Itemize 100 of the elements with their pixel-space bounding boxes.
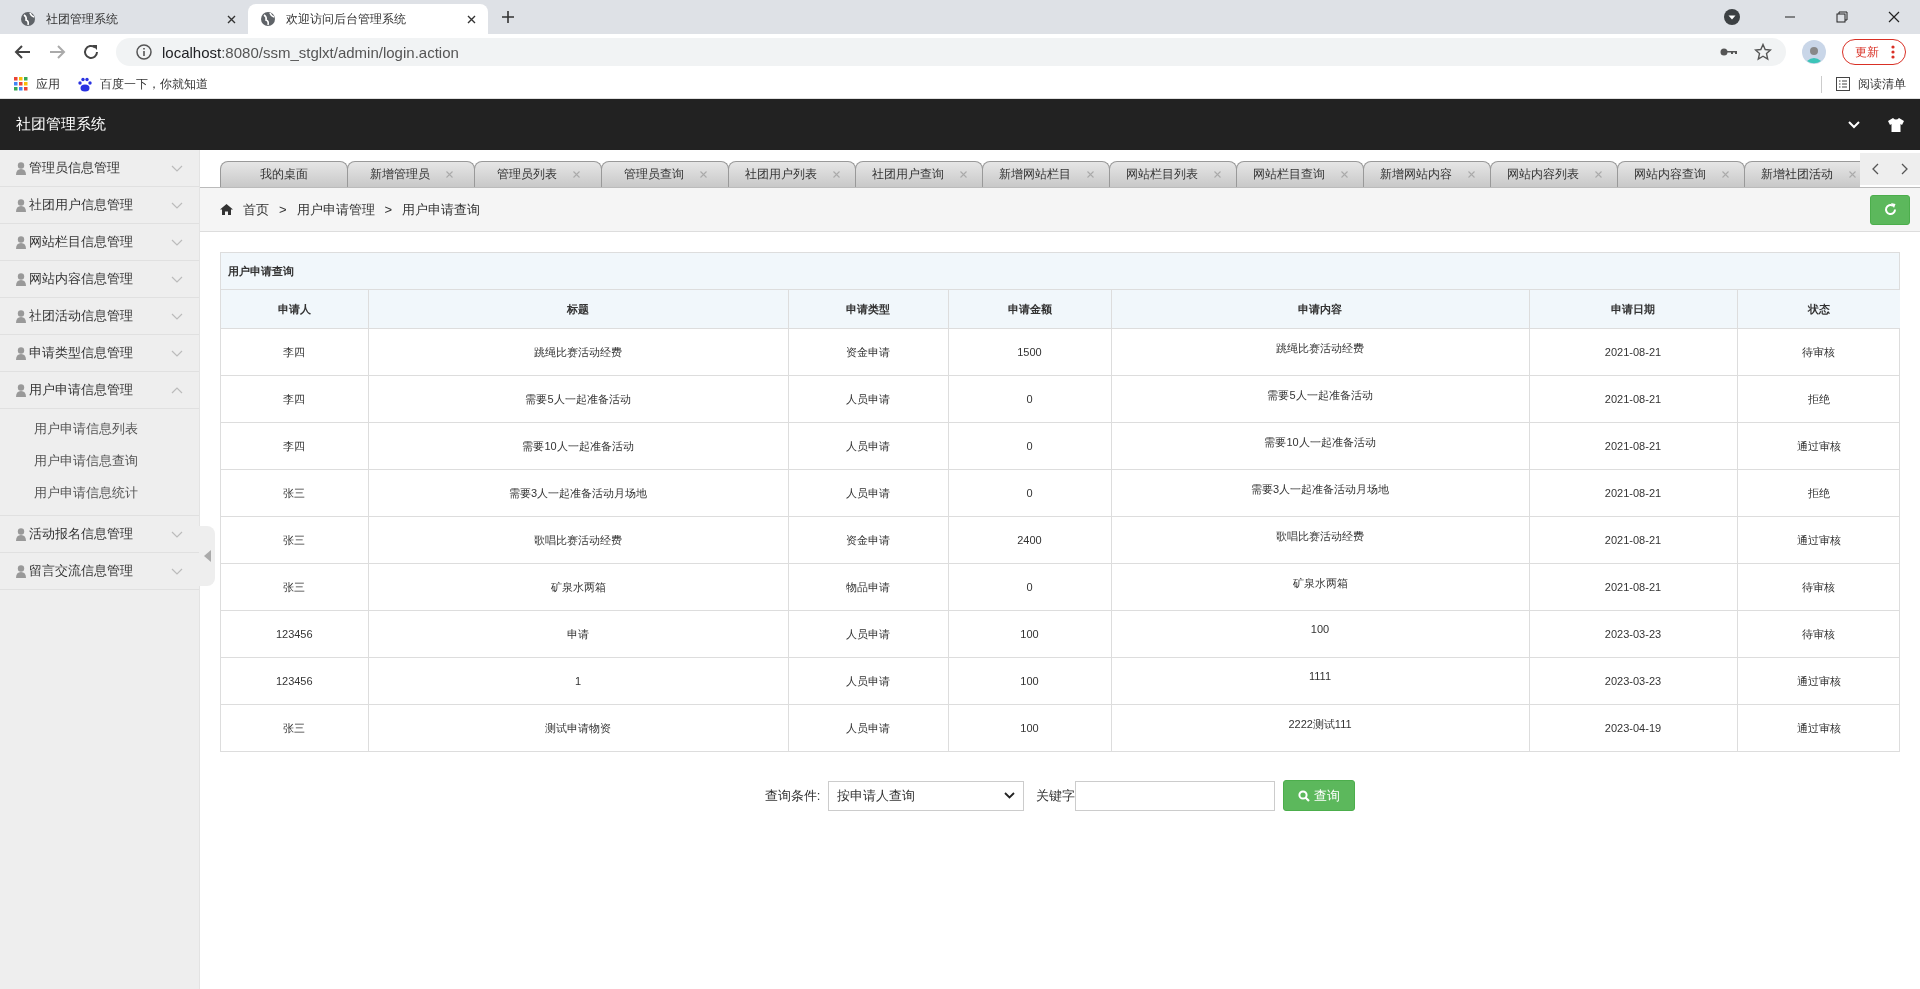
- shirt-icon[interactable]: [1888, 117, 1904, 132]
- table-cell: 1111: [1111, 657, 1529, 705]
- browser-tab[interactable]: 欢迎访问后台管理系统: [248, 4, 488, 34]
- table-cell: 物品申请: [788, 563, 948, 611]
- sidebar-item[interactable]: 管理员信息管理: [0, 150, 199, 187]
- chevron-down-icon: [171, 312, 183, 320]
- sidebar-subitem[interactable]: 用户申请信息查询: [0, 445, 199, 477]
- globe-icon: [20, 11, 36, 27]
- table-cell: 需要5人一起准备活动: [368, 375, 788, 423]
- table-cell: 需要10人一起准备活动: [1111, 422, 1529, 470]
- page-tab[interactable]: 新增社团活动: [1744, 161, 1860, 187]
- sidebar-item[interactable]: 留言交流信息管理: [0, 553, 199, 590]
- page-tab[interactable]: 网站内容查询: [1617, 161, 1745, 187]
- chevron-down-icon: [171, 275, 183, 283]
- keyword-label: 关键字: [1036, 786, 1076, 805]
- sidebar-item[interactable]: 社团用户信息管理: [0, 187, 199, 224]
- column-header: 标题: [368, 290, 788, 329]
- globe-icon: [260, 11, 276, 27]
- table-cell: 100: [948, 657, 1111, 705]
- table-cell: 2021-08-21: [1529, 328, 1737, 376]
- column-header: 申请日期: [1529, 290, 1737, 329]
- table-cell: 歌唱比赛活动经费: [368, 516, 788, 564]
- table-cell: 拒绝: [1737, 469, 1900, 517]
- sidebar-item[interactable]: 网站内容信息管理: [0, 261, 199, 298]
- page-tab[interactable]: 新增网站内容: [1363, 161, 1491, 187]
- condition-label: 查询条件:: [764, 786, 821, 805]
- table-cell: 歌唱比赛活动经费: [1111, 516, 1529, 564]
- table-cell: 拒绝: [1737, 375, 1900, 423]
- reload-icon[interactable]: [82, 43, 100, 61]
- chevron-down-icon: [171, 164, 183, 172]
- sidebar-item[interactable]: 网站栏目信息管理: [0, 224, 199, 261]
- breadcrumb-link[interactable]: 用户申请管理: [296, 200, 375, 219]
- table-cell: 张三: [221, 516, 368, 564]
- apps-grid-icon: [14, 77, 28, 91]
- more-icon: [1891, 45, 1895, 59]
- page-tab[interactable]: 社团用户列表: [728, 161, 856, 187]
- refresh-button[interactable]: [1870, 194, 1910, 225]
- back-icon[interactable]: [14, 43, 32, 61]
- table-cell: 2021-08-21: [1529, 516, 1737, 564]
- forward-icon[interactable]: [48, 43, 66, 61]
- chevron-down-icon: [171, 530, 183, 538]
- address-bar[interactable]: localhost:8080/ssm_stglxt/admin/login.action: [116, 38, 1786, 66]
- sidebar-toggle[interactable]: [199, 526, 215, 586]
- page-tab[interactable]: 网站栏目列表: [1109, 161, 1237, 187]
- table-cell: 测试申请物资: [368, 704, 788, 751]
- breadcrumb-link[interactable]: 用户申请查询: [402, 200, 481, 219]
- user-icon: [16, 309, 26, 323]
- page-tab[interactable]: 管理员查询: [601, 161, 729, 187]
- table-cell: 矿泉水两箱: [1111, 563, 1529, 611]
- table-cell: 2023-04-19: [1529, 704, 1737, 751]
- page-tab[interactable]: 新增管理员: [347, 161, 475, 187]
- update-button[interactable]: 更新: [1842, 39, 1906, 65]
- condition-select[interactable]: 按申请人查询: [828, 780, 1025, 811]
- chevron-up-icon: [171, 386, 183, 394]
- table-cell: 跳绳比赛活动经费: [368, 328, 788, 376]
- column-header: 申请金额: [948, 290, 1111, 329]
- new-tab-icon[interactable]: [502, 11, 514, 23]
- close-icon[interactable]: [227, 14, 236, 24]
- sidebar-item[interactable]: 活动报名信息管理: [0, 516, 199, 553]
- page-tab[interactable]: 管理员列表: [474, 161, 602, 187]
- page-tab[interactable]: 网站内容列表: [1490, 161, 1618, 187]
- chevron-down-icon[interactable]: [1848, 120, 1860, 129]
- sidebar-subitem[interactable]: 用户申请信息统计: [0, 477, 199, 509]
- table-cell: 0: [948, 375, 1111, 423]
- page-tab[interactable]: 社团用户查询: [855, 161, 983, 187]
- user-icon: [16, 346, 26, 360]
- table-cell: 李四: [221, 422, 368, 470]
- table-cell: 张三: [221, 469, 368, 517]
- sidebar-subitem[interactable]: 用户申请信息列表: [0, 413, 199, 445]
- close-icon[interactable]: [467, 14, 476, 24]
- chevron-right-icon[interactable]: [1901, 163, 1909, 175]
- reading-list-button[interactable]: 阅读清单: [1821, 75, 1906, 93]
- table-cell: 矿泉水两箱: [368, 563, 788, 611]
- keyword-field[interactable]: [1075, 780, 1276, 811]
- table-cell: 人员申请: [788, 375, 948, 423]
- key-icon[interactable]: [1720, 47, 1738, 57]
- tab-search-icon[interactable]: [1724, 9, 1740, 25]
- page-tab[interactable]: 网站栏目查询: [1236, 161, 1364, 187]
- page-tab[interactable]: 新增网站栏目: [982, 161, 1110, 187]
- panel-title: 用户申请查询: [221, 253, 1899, 290]
- sidebar-item[interactable]: 用户申请信息管理: [0, 372, 199, 409]
- chevron-down-icon: [171, 567, 183, 575]
- chevron-down-icon: [171, 349, 183, 357]
- close-icon[interactable]: [1888, 11, 1900, 23]
- page-tab[interactable]: 我的桌面: [220, 161, 348, 187]
- chevron-left-icon[interactable]: [1871, 163, 1879, 175]
- avatar-icon[interactable]: [1802, 40, 1826, 64]
- restore-icon[interactable]: [1836, 11, 1848, 23]
- column-header: 申请内容: [1111, 290, 1529, 329]
- table-cell: 人员申请: [788, 610, 948, 658]
- sidebar-item[interactable]: 申请类型信息管理: [0, 335, 199, 372]
- search-icon: [1298, 789, 1311, 802]
- user-icon: [16, 272, 26, 286]
- star-icon[interactable]: [1754, 43, 1772, 61]
- bookmark[interactable]: 应用: [14, 75, 60, 93]
- sidebar-item[interactable]: 社团活动信息管理: [0, 298, 199, 335]
- breadcrumb-link[interactable]: 首页: [243, 200, 269, 219]
- browser-tab[interactable]: 社团管理系统: [8, 4, 248, 34]
- bookmark[interactable]: 百度一下，你就知道: [78, 75, 208, 93]
- table-cell: 通过审核: [1737, 516, 1900, 564]
